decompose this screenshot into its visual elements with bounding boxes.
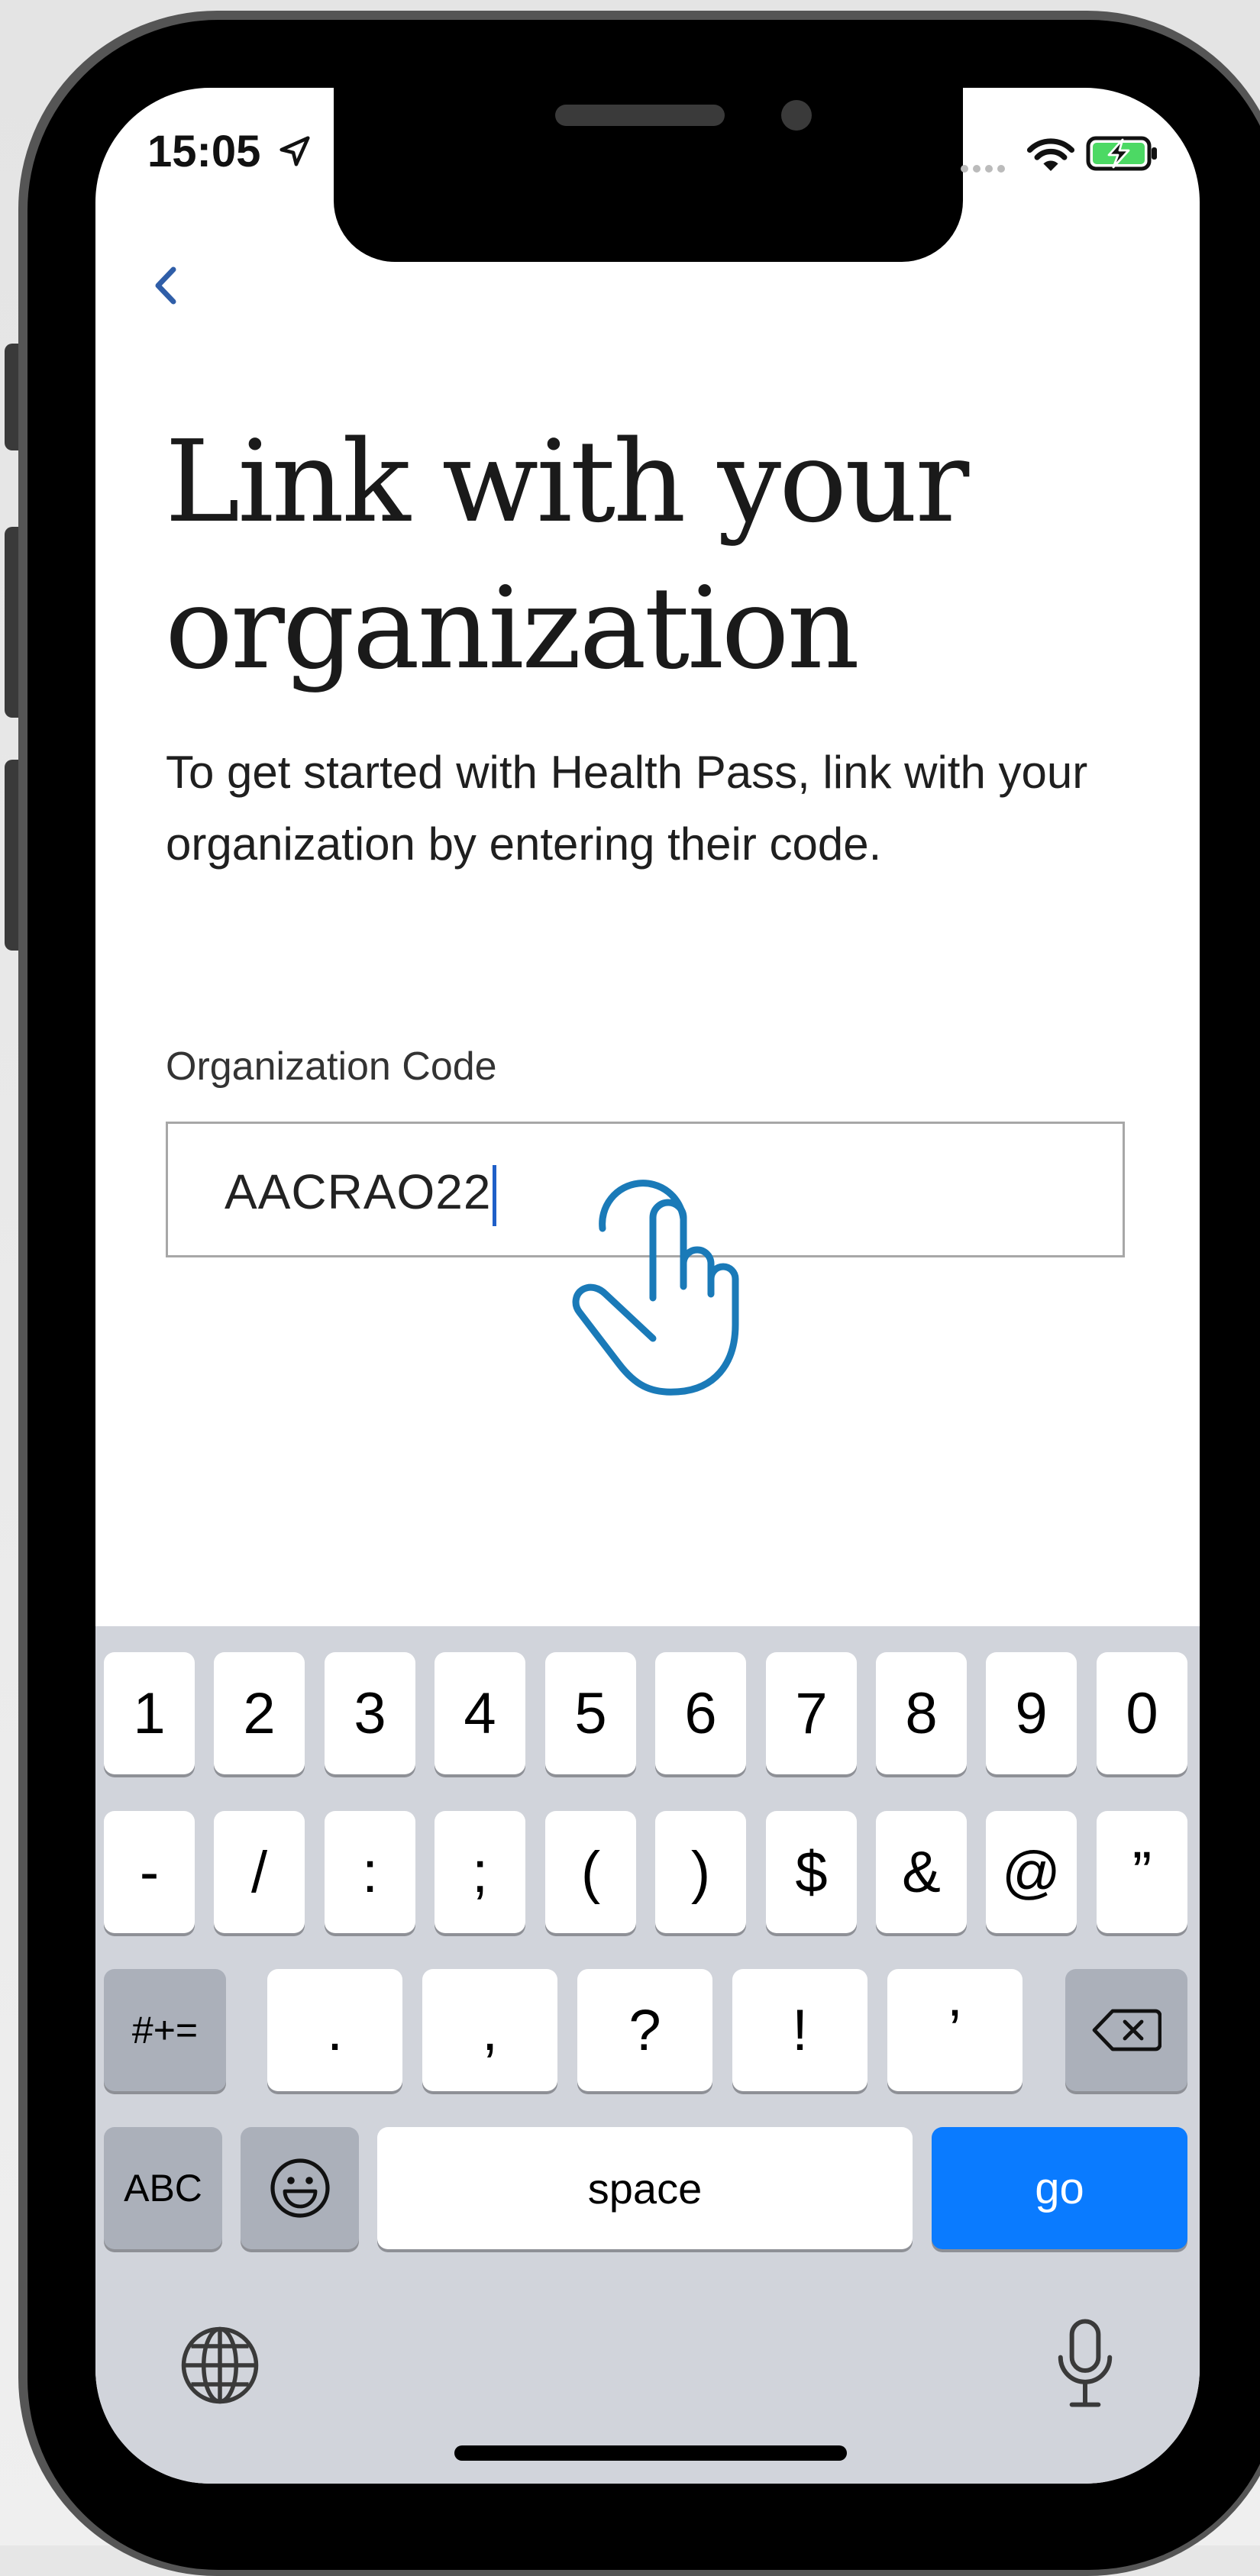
key-6[interactable]: 6: [655, 1652, 746, 1774]
key-go[interactable]: go: [932, 2127, 1187, 2249]
key-space[interactable]: space: [377, 2127, 913, 2249]
notch: [334, 88, 963, 262]
key-comma[interactable]: ,: [422, 1969, 557, 2091]
key-slash[interactable]: /: [214, 1811, 305, 1933]
key-3[interactable]: 3: [325, 1652, 415, 1774]
key-apostrophe[interactable]: ’: [887, 1969, 1023, 2091]
key-9[interactable]: 9: [986, 1652, 1077, 1774]
key-7[interactable]: 7: [766, 1652, 857, 1774]
organization-code-label: Organization Code: [166, 1044, 497, 1089]
key-4[interactable]: 4: [435, 1652, 525, 1774]
key-0[interactable]: 0: [1097, 1652, 1187, 1774]
location-arrow-icon: [279, 136, 310, 166]
phone-screen: 15:05 Link with your organization To get…: [95, 88, 1200, 2484]
key-1[interactable]: 1: [104, 1652, 195, 1774]
emoji-icon: [270, 2158, 330, 2218]
status-time: 15:05: [147, 127, 261, 176]
battery-charging-icon: [1086, 136, 1157, 171]
key-at[interactable]: @: [986, 1811, 1077, 1933]
key-emoji[interactable]: [241, 2127, 359, 2249]
key-period[interactable]: .: [267, 1969, 402, 2091]
key-quote[interactable]: ”: [1097, 1811, 1187, 1933]
key-hyphen[interactable]: -: [104, 1811, 195, 1933]
speaker: [555, 105, 725, 126]
key-8[interactable]: 8: [876, 1652, 967, 1774]
tap-hand-icon: [572, 1180, 739, 1396]
page-subtitle: To get started with Health Pass, link wi…: [166, 747, 1088, 870]
key-delete[interactable]: [1065, 1969, 1187, 2091]
globe-icon[interactable]: [178, 2323, 262, 2407]
organization-code-value: AACRAO22: [225, 1164, 497, 1227]
key-5[interactable]: 5: [545, 1652, 636, 1774]
front-camera: [781, 100, 812, 131]
input-text: AACRAO22: [225, 1164, 492, 1219]
cellular-signal-icon: [961, 163, 1010, 176]
microphone-icon[interactable]: [1055, 2316, 1116, 2410]
wifi-icon: [1026, 138, 1075, 171]
key-semicolon[interactable]: ;: [435, 1811, 525, 1933]
key-colon[interactable]: :: [325, 1811, 415, 1933]
key-exclamation[interactable]: !: [732, 1969, 867, 2091]
key-close-paren[interactable]: ): [655, 1811, 746, 1933]
key-open-paren[interactable]: (: [545, 1811, 636, 1933]
page-title: Link with your organization: [165, 416, 969, 694]
home-indicator[interactable]: [454, 2445, 847, 2461]
key-2[interactable]: 2: [214, 1652, 305, 1774]
key-dollar[interactable]: $: [766, 1811, 857, 1933]
key-abc-toggle[interactable]: ABC: [104, 2127, 222, 2249]
back-button[interactable]: [138, 248, 192, 317]
key-symbols-toggle[interactable]: #+=: [104, 1969, 226, 2091]
key-ampersand[interactable]: &: [876, 1811, 967, 1933]
text-caret: [493, 1165, 497, 1227]
backspace-icon: [1092, 2009, 1161, 2051]
chevron-left-icon: [155, 266, 176, 305]
key-question[interactable]: ?: [577, 1969, 712, 2091]
